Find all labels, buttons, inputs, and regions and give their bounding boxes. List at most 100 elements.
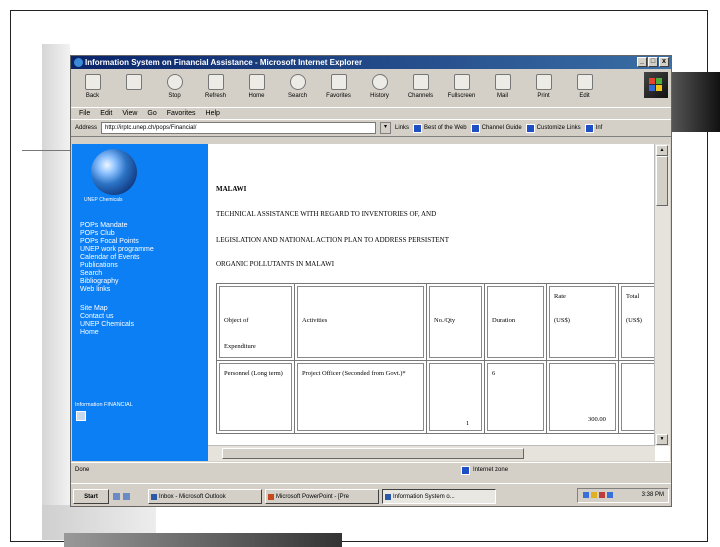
fullscreen-icon bbox=[453, 74, 470, 90]
title-bar: Information System on Financial Assistan… bbox=[71, 56, 671, 69]
table-header-cell: Activities bbox=[294, 283, 427, 361]
menu-view[interactable]: View bbox=[122, 108, 137, 119]
document-icon bbox=[76, 411, 86, 421]
address-dropdown-icon[interactable]: ▾ bbox=[380, 122, 392, 134]
link-best-of-web[interactable]: Best of the Web bbox=[413, 123, 467, 133]
nav-bibliography[interactable]: Bibliography bbox=[80, 278, 154, 286]
table-cell: 300.00 bbox=[546, 360, 619, 434]
nav-pops-club[interactable]: POPs Club bbox=[80, 230, 154, 238]
menu-file[interactable]: File bbox=[79, 108, 90, 119]
scroll-down-icon[interactable]: ▼ bbox=[656, 434, 668, 445]
nav-pops-focal-points[interactable]: POPs Focal Points bbox=[80, 238, 154, 246]
scroll-up-icon[interactable]: ▲ bbox=[656, 145, 668, 156]
decorative-line bbox=[22, 150, 72, 151]
menu-bar: File Edit View Go Favorites Help bbox=[71, 107, 671, 119]
print-button[interactable]: Print bbox=[526, 72, 561, 99]
home-icon bbox=[248, 74, 265, 90]
sidebar-nav: POPs Mandate POPs Club POPs Focal Points… bbox=[80, 222, 154, 337]
taskbar: Start Inbox - Microsoft Outlook Microsof… bbox=[71, 483, 671, 506]
nav-web-links[interactable]: Web links bbox=[80, 286, 154, 294]
minimize-button[interactable]: _ bbox=[637, 57, 647, 67]
nav-unep-work-programme[interactable]: UNEP work programme bbox=[80, 246, 154, 254]
stop-button[interactable]: Stop bbox=[157, 72, 192, 99]
nav-home[interactable]: Home bbox=[80, 329, 154, 337]
nav-unep-chemicals[interactable]: UNEP Chemicals bbox=[80, 321, 154, 329]
address-input[interactable]: http://irptc.unep.ch/pops/Financial/ bbox=[101, 122, 377, 134]
outlook-icon bbox=[151, 493, 157, 500]
maximize-button[interactable]: □ bbox=[648, 57, 658, 67]
table-header-cell: Rate (US$) bbox=[546, 283, 619, 361]
menu-favorites[interactable]: Favorites bbox=[167, 108, 196, 119]
globe-icon bbox=[91, 149, 137, 195]
doc-line: TECHNICAL ASSISTANCE WITH REGARD TO INVE… bbox=[216, 210, 437, 218]
nav-contact-us[interactable]: Contact us bbox=[80, 313, 154, 321]
tray-icon[interactable] bbox=[599, 492, 605, 498]
task-outlook[interactable]: Inbox - Microsoft Outlook bbox=[148, 488, 262, 504]
close-button[interactable]: x bbox=[659, 57, 669, 67]
powerpoint-icon bbox=[268, 493, 274, 500]
vertical-scrollbar[interactable]: ▲ ▼ bbox=[654, 144, 670, 446]
favorites-icon bbox=[330, 74, 347, 90]
table-header-row: Object of Expenditure Activities No./Qty… bbox=[216, 283, 654, 361]
task-powerpoint[interactable]: Microsoft PowerPoint - [Pre bbox=[265, 488, 379, 504]
fullscreen-button[interactable]: Fullscreen bbox=[444, 72, 479, 99]
menu-help[interactable]: Help bbox=[206, 108, 220, 119]
windows-logo-icon bbox=[644, 72, 668, 98]
doc-title: MALAWI bbox=[216, 185, 247, 193]
nav-publications[interactable]: Publications bbox=[80, 262, 154, 270]
link-icon bbox=[413, 123, 423, 133]
refresh-icon bbox=[207, 74, 224, 90]
vertical-scroll-thumb[interactable] bbox=[656, 156, 668, 206]
home-button[interactable]: Home bbox=[239, 72, 274, 99]
link-icon bbox=[470, 123, 480, 133]
table-cell: 1 bbox=[426, 360, 485, 434]
edit-icon bbox=[576, 74, 593, 90]
printer-icon bbox=[535, 74, 552, 90]
forward-arrow-icon bbox=[125, 74, 142, 90]
menu-edit[interactable]: Edit bbox=[100, 108, 112, 119]
ie-icon bbox=[385, 493, 391, 500]
start-button[interactable]: Start bbox=[73, 488, 109, 504]
tray-icon[interactable] bbox=[583, 492, 589, 498]
edit-button[interactable]: Edit bbox=[567, 72, 602, 99]
quick-launch-icon[interactable] bbox=[113, 492, 120, 500]
tray-icon[interactable] bbox=[607, 492, 613, 498]
status-text: Done bbox=[75, 467, 90, 473]
refresh-button[interactable]: Refresh bbox=[198, 72, 233, 99]
search-button[interactable]: Search bbox=[280, 72, 315, 99]
mail-button[interactable]: Mail bbox=[485, 72, 520, 99]
menu-go[interactable]: Go bbox=[147, 108, 156, 119]
forward-button[interactable] bbox=[116, 72, 151, 93]
ie-app-icon bbox=[74, 58, 83, 67]
channels-icon bbox=[412, 74, 429, 90]
link-customize[interactable]: Customize Links bbox=[525, 123, 581, 133]
task-internet-explorer[interactable]: Information System o... bbox=[382, 488, 496, 504]
quick-launch-icon[interactable] bbox=[123, 492, 130, 500]
horizontal-scrollbar[interactable] bbox=[208, 445, 655, 461]
link-channel-guide[interactable]: Channel Guide bbox=[470, 123, 522, 133]
stop-icon bbox=[166, 74, 183, 90]
nav-pops-mandate[interactable]: POPs Mandate bbox=[80, 222, 154, 230]
tray-icon[interactable] bbox=[591, 492, 597, 498]
sidebar-caption: UNEP Chemicals bbox=[84, 197, 123, 203]
table-cell: Personnel (Long term) bbox=[216, 360, 295, 434]
nav-site-map[interactable]: Site Map bbox=[80, 305, 154, 313]
system-tray: 3:38 PM bbox=[577, 488, 669, 503]
back-button[interactable]: Back bbox=[75, 72, 110, 99]
table-header-cell: No./Qty bbox=[426, 283, 485, 361]
table-header-cell: Duration bbox=[484, 283, 547, 361]
status-bar: Done Internet zone bbox=[71, 462, 671, 477]
sidebar-info-link[interactable]: Information FINANCIAL bbox=[75, 402, 133, 408]
document-pane: MALAWI TECHNICAL ASSISTANCE WITH REGARD … bbox=[208, 144, 654, 461]
table-header-cell: Object of Expenditure bbox=[216, 283, 295, 361]
horizontal-scroll-thumb[interactable] bbox=[222, 448, 524, 459]
favorites-button[interactable]: Favorites bbox=[321, 72, 356, 99]
nav-search[interactable]: Search bbox=[80, 270, 154, 278]
link-info[interactable]: Inf bbox=[584, 123, 602, 133]
nav-calendar-of-events[interactable]: Calendar of Events bbox=[80, 254, 154, 262]
decorative-bar-left bbox=[42, 44, 70, 540]
search-icon bbox=[289, 74, 306, 90]
doc-line: ORGANIC POLLUTANTS IN MALAWI bbox=[216, 260, 335, 268]
channels-button[interactable]: Channels bbox=[403, 72, 438, 99]
history-button[interactable]: History bbox=[362, 72, 397, 99]
